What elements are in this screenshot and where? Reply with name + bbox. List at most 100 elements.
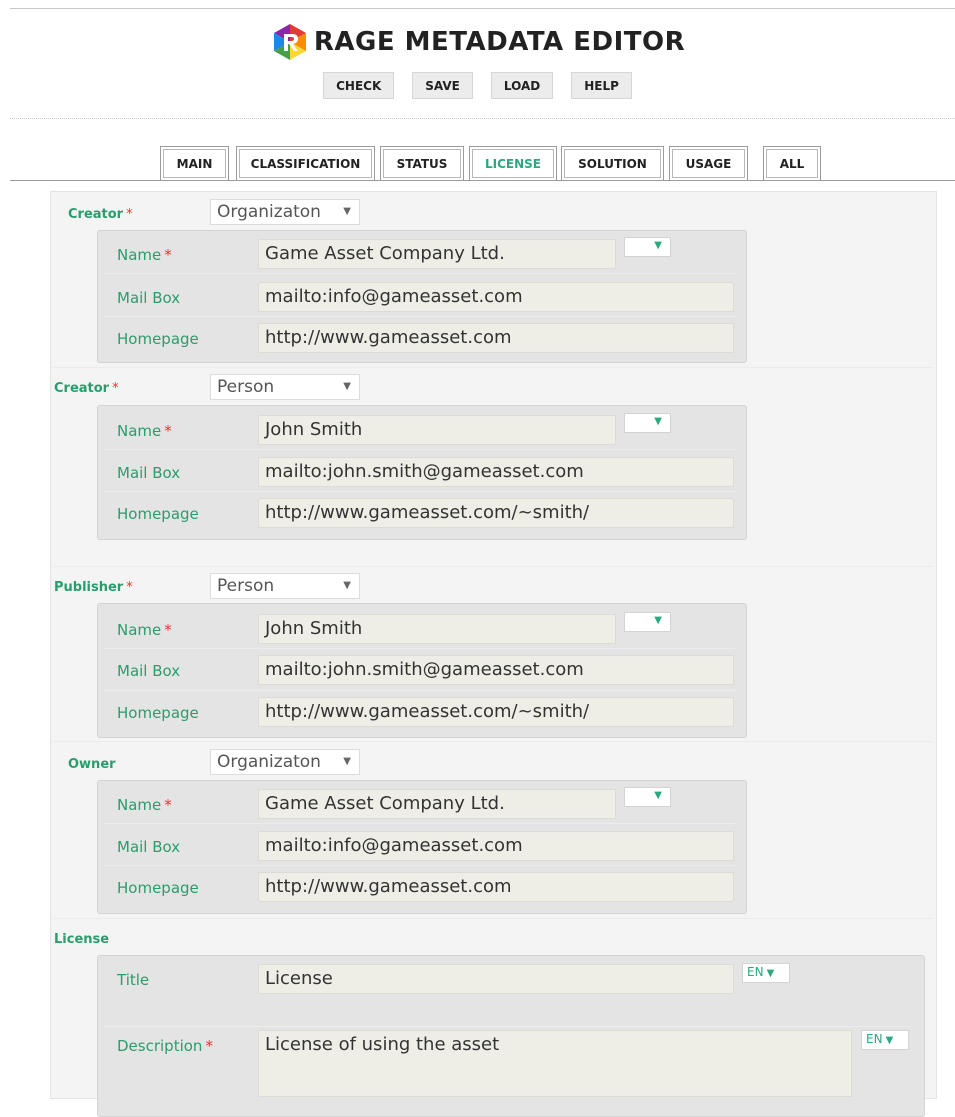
- name-language-select[interactable]: ▼: [624, 413, 671, 433]
- creator-label-text: Creator: [54, 381, 110, 396]
- homepage-input[interactable]: http://www.gameasset.com/~smith/: [258, 498, 734, 528]
- tab-solution[interactable]: SOLUTION: [561, 146, 664, 180]
- name-label: Name *: [117, 796, 172, 814]
- save-button[interactable]: SAVE: [412, 72, 473, 99]
- homepage-label: Homepage: [117, 704, 199, 722]
- chevron-down-icon: ▼: [343, 756, 351, 767]
- license-description-input[interactable]: License of using the asset: [258, 1030, 852, 1097]
- tab-bar: MAIN CLASSIFICATION STATUS LICENSE SOLUT…: [0, 146, 955, 180]
- field-divider: [104, 823, 736, 824]
- name-language-select[interactable]: ▼: [624, 237, 671, 257]
- creator-type-select[interactable]: Person ▼: [210, 374, 360, 400]
- rage-logo-icon: [273, 24, 306, 60]
- mailbox-label: Mail Box: [117, 464, 181, 482]
- publisher-type-value: Person: [217, 576, 275, 596]
- field-divider: [104, 273, 736, 274]
- required-marker: *: [164, 796, 172, 814]
- tab-all[interactable]: ALL: [763, 146, 821, 180]
- tab-classification[interactable]: CLASSIFICATION: [236, 146, 375, 180]
- name-language-select[interactable]: ▼: [624, 787, 671, 807]
- name-label-text: Name: [117, 621, 162, 639]
- section-divider: [52, 566, 933, 567]
- homepage-input[interactable]: http://www.gameasset.com/~smith/: [258, 697, 734, 727]
- mailbox-input[interactable]: mailto:john.smith@gameasset.com: [258, 655, 734, 685]
- title-language-select[interactable]: EN ▼: [742, 963, 790, 983]
- field-divider: [104, 648, 736, 649]
- field-divider: [104, 449, 736, 450]
- tab-baseline: [10, 180, 955, 181]
- mailbox-input[interactable]: mailto:info@gameasset.com: [258, 282, 734, 312]
- homepage-label: Homepage: [117, 505, 199, 523]
- section-divider: [52, 741, 933, 742]
- creator-label-text: Creator: [68, 207, 124, 222]
- homepage-label: Homepage: [117, 879, 199, 897]
- name-label-text: Name: [117, 246, 162, 264]
- name-label: Name *: [117, 422, 172, 440]
- help-button[interactable]: HELP: [571, 72, 632, 99]
- required-marker: *: [126, 207, 133, 222]
- mailbox-input[interactable]: mailto:info@gameasset.com: [258, 831, 734, 861]
- section-divider: [52, 367, 933, 368]
- license-title-label: Title: [117, 971, 150, 989]
- publisher-type-select[interactable]: Person ▼: [210, 573, 360, 599]
- chevron-down-icon: ▼: [654, 416, 662, 427]
- chevron-down-icon: ▼: [766, 968, 775, 979]
- app-header: RAGE METADATA EDITOR: [0, 22, 955, 66]
- toolbar: CHECK SAVE LOAD HELP: [0, 72, 955, 99]
- tab-status[interactable]: STATUS: [380, 146, 464, 180]
- owner-type-value: Organizaton: [217, 752, 321, 772]
- name-label-text: Name: [117, 796, 162, 814]
- name-label: Name *: [117, 621, 172, 639]
- load-button[interactable]: LOAD: [490, 72, 554, 99]
- check-button[interactable]: CHECK: [323, 72, 395, 99]
- name-language-select[interactable]: ▼: [624, 612, 671, 632]
- owner-section-label: Owner: [68, 757, 116, 772]
- title-language-value: EN: [747, 965, 764, 979]
- field-divider: [104, 1026, 914, 1027]
- field-divider: [104, 865, 736, 866]
- name-label: Name *: [117, 246, 172, 264]
- required-marker: *: [112, 381, 119, 396]
- homepage-input[interactable]: http://www.gameasset.com: [258, 872, 734, 902]
- license-description-label: Description *: [117, 1037, 213, 1055]
- chevron-down-icon: ▼: [654, 240, 662, 251]
- homepage-label: Homepage: [117, 330, 199, 348]
- tab-license[interactable]: LICENSE: [469, 146, 557, 180]
- top-divider: [10, 8, 955, 9]
- creator-type-value: Person: [217, 377, 275, 397]
- name-input[interactable]: Game Asset Company Ltd.: [258, 789, 616, 819]
- description-language-value: EN: [866, 1032, 883, 1046]
- creator-type-value: Organizaton: [217, 202, 321, 222]
- field-divider: [104, 690, 736, 691]
- required-marker: *: [164, 246, 172, 264]
- app-title: RAGE METADATA EDITOR: [313, 27, 686, 57]
- license-title-input[interactable]: License: [258, 964, 734, 994]
- tab-main[interactable]: MAIN: [160, 146, 229, 180]
- publisher-section-label: Publisher *: [54, 580, 133, 595]
- creator-type-select[interactable]: Organizaton ▼: [210, 199, 360, 225]
- name-label-text: Name: [117, 422, 162, 440]
- mailbox-label: Mail Box: [117, 289, 181, 307]
- tab-usage[interactable]: USAGE: [669, 146, 748, 180]
- homepage-input[interactable]: http://www.gameasset.com: [258, 323, 734, 353]
- required-marker: *: [205, 1037, 213, 1055]
- name-input[interactable]: Game Asset Company Ltd.: [258, 239, 616, 269]
- description-label-text: Description: [117, 1037, 203, 1055]
- owner-type-select[interactable]: Organizaton ▼: [210, 749, 360, 775]
- chevron-down-icon: ▼: [654, 615, 662, 626]
- mailbox-input[interactable]: mailto:john.smith@gameasset.com: [258, 457, 734, 487]
- mailbox-label: Mail Box: [117, 838, 181, 856]
- chevron-down-icon: ▼: [885, 1035, 894, 1046]
- mailbox-label: Mail Box: [117, 662, 181, 680]
- required-marker: *: [126, 580, 133, 595]
- field-divider: [104, 316, 736, 317]
- name-input[interactable]: John Smith: [258, 614, 616, 644]
- section-divider: [52, 918, 933, 919]
- chevron-down-icon: ▼: [343, 381, 351, 392]
- creator-section-label: Creator *: [54, 381, 119, 396]
- publisher-label-text: Publisher: [54, 580, 124, 595]
- name-input[interactable]: John Smith: [258, 415, 616, 445]
- chevron-down-icon: ▼: [343, 580, 351, 591]
- description-language-select[interactable]: EN ▼: [861, 1030, 909, 1050]
- required-marker: *: [164, 422, 172, 440]
